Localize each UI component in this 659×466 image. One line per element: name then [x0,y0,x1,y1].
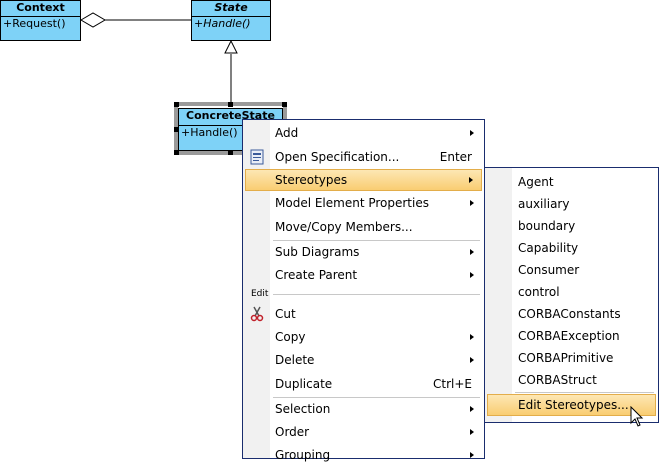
submenu-arrow-icon [470,429,474,435]
menu-item-stereotypes[interactable]: Stereotypes [245,169,482,191]
menu-item-label: control [518,285,560,299]
resize-handle[interactable] [174,127,179,132]
stereotype-item-auxiliary[interactable]: auxiliary [487,193,656,215]
menu-item-order[interactable]: Order [245,421,482,443]
stereotype-item-corbaconstants[interactable]: CORBAConstants [487,303,656,325]
menu-item-label: Consumer [518,263,580,277]
menu-item-label: auxiliary [518,197,570,211]
menu-separator [273,294,480,295]
resize-handle[interactable] [228,102,233,107]
menu-item-add[interactable]: Add [245,122,482,144]
submenu-arrow-icon [470,249,474,255]
menu-item-label: Copy [275,330,306,344]
menu-item-label: CORBAConstants [518,307,621,321]
menu-item-label: Move/Copy Members... [275,220,413,234]
class-operation: +Request() [3,17,66,30]
submenu-arrow-icon [470,200,474,206]
menu-item-grouping[interactable]: Grouping [245,444,482,466]
menu-item-shortcut: Enter [439,150,472,164]
mouse-cursor-icon [630,406,644,427]
menu-item-label: Sub Diagrams [275,245,360,259]
class-state[interactable]: State +Handle() [191,0,271,41]
menu-item-label: CORBAException [518,329,620,343]
submenu-arrow-icon [470,334,474,340]
resize-handle[interactable] [228,150,233,155]
stereotype-item-boundary[interactable]: boundary [487,215,656,237]
stereotype-item-agent[interactable]: Agent [487,171,656,193]
menu-item-label: Create Parent [275,268,358,282]
menu-item-label: CORBAStruct [518,373,597,387]
stereotype-item-corbaprimitive[interactable]: CORBAPrimitive [487,347,656,369]
menu-item-label: Delete [275,353,315,367]
menu-item-label: Edit Stereotypes... [518,398,629,412]
menu-item-label: Add [275,126,299,140]
stereotype-item-capability[interactable]: Capability [487,237,656,259]
submenu-arrow-icon [470,452,474,458]
scissors-icon [250,306,264,322]
menu-item-selection[interactable]: Selection [245,398,482,420]
menu-item-label: Capability [518,241,579,255]
menu-item-label: Order [275,425,310,439]
menu-item-open-specification[interactable]: Open Specification... Enter [245,146,482,168]
submenu-arrow-icon [469,177,473,183]
stereotype-item-control[interactable]: control [487,281,656,303]
menu-item-cut[interactable]: Cut [245,303,482,325]
submenu-arrow-icon [470,357,474,363]
stereotypes-submenu: Agent auxiliary boundary Capability Cons… [484,167,659,423]
menu-item-label: Duplicate [275,377,333,391]
menu-item-create-parent[interactable]: Create Parent [245,264,482,286]
class-name: State [192,1,270,17]
submenu-arrow-icon [470,272,474,278]
menu-item-label: Stereotypes [275,173,348,187]
menu-item-delete[interactable]: Delete [245,349,482,371]
menu-item-model-element-properties[interactable]: Model Element Properties [245,192,482,214]
menu-item-shortcut: Ctrl+E [433,377,472,391]
menu-item-label: CORBAPrimitive [518,351,614,365]
menu-item-move-copy-members[interactable]: Move/Copy Members... [245,216,482,238]
specification-icon [250,149,264,165]
generalization-arrow-icon [224,39,238,54]
menu-item-label: Open Specification... [275,150,400,164]
stereotype-item-consumer[interactable]: Consumer [487,259,656,281]
stereotype-item-corbaexception[interactable]: CORBAException [487,325,656,347]
aggregation-diamond-icon [80,12,106,28]
class-name: Context [1,1,80,17]
menu-item-label: Model Element Properties [275,196,429,210]
resize-handle[interactable] [282,102,287,107]
menu-item-sub-diagrams[interactable]: Sub Diagrams [245,241,482,263]
resize-handle[interactable] [174,102,179,107]
menu-item-duplicate[interactable]: Duplicate Ctrl+E [245,373,482,395]
class-operation: +Handle() [194,17,251,30]
menu-separator [515,392,654,393]
submenu-arrow-icon [470,130,474,136]
menu-item-label: Grouping [275,448,331,462]
stereotype-item-corbastruct[interactable]: CORBAStruct [487,369,656,391]
menu-item-label: Agent [518,175,554,189]
menu-item-label: Cut [275,307,296,321]
menu-item-copy[interactable]: Copy [245,326,482,348]
menu-item-label: boundary [518,219,576,233]
context-menu: Add Open Specification... Enter Stereoty… [242,119,485,462]
menu-item-label: Selection [275,402,331,416]
menu-group-label: Edit [251,289,269,299]
class-context[interactable]: Context +Request() [0,0,81,41]
resize-handle[interactable] [174,150,179,155]
submenu-arrow-icon [470,406,474,412]
